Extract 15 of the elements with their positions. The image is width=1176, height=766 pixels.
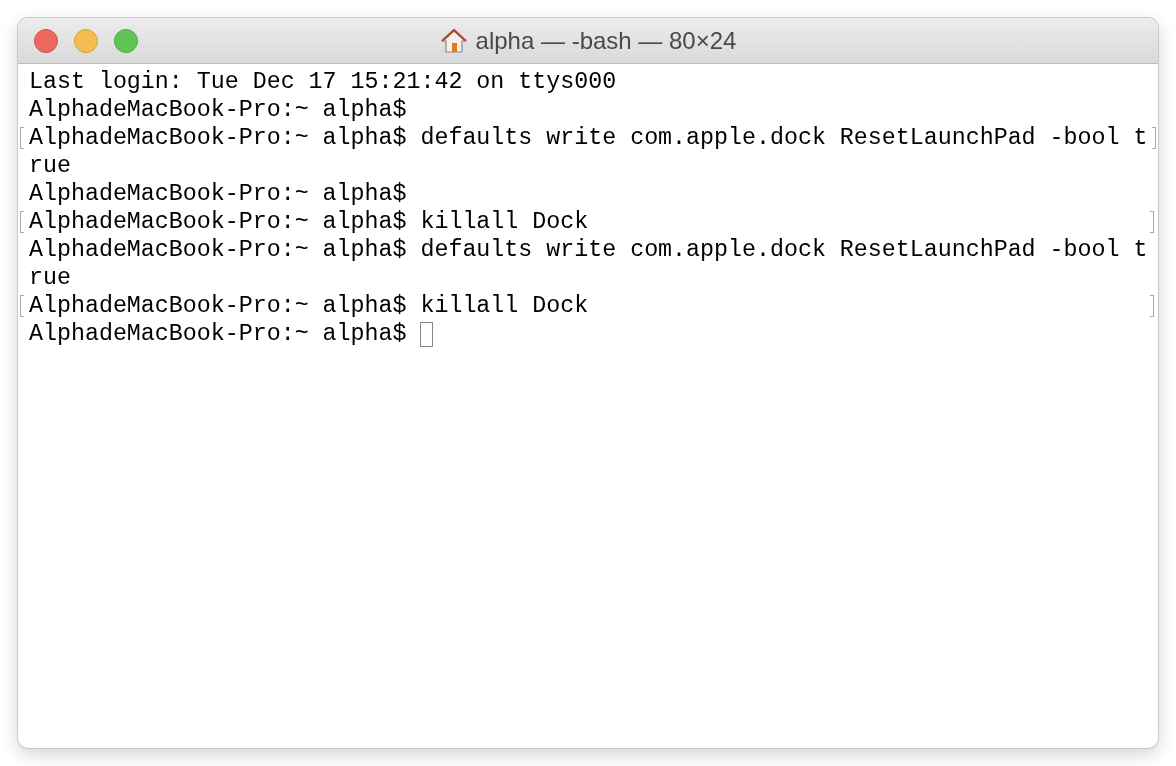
terminal-line: rue <box>29 265 71 291</box>
minimize-button[interactable] <box>74 28 98 53</box>
terminal-line: AlphadeMacBook-Pro:~ alpha$ defaults write com.apple.dock ResetLaunchPad -bool t <box>29 125 1148 151</box>
terminal-line: AlphadeMacBook-Pro:~ alpha$ <box>29 321 407 347</box>
terminal-line: Last login: Tue Dec 17 15:21:42 on ttys000 <box>29 69 617 95</box>
terminal-line: rue <box>29 153 71 179</box>
window-title: alpha — -bash — 80×24 <box>475 26 737 55</box>
terminal-line: AlphadeMacBook-Pro:~ alpha$ <box>29 97 407 123</box>
close-button[interactable] <box>34 28 58 53</box>
terminal-line: AlphadeMacBook-Pro:~ alpha$ <box>29 181 407 207</box>
terminal-line: AlphadeMacBook-Pro:~ alpha$ killall Dock <box>29 293 589 319</box>
terminal-line: AlphadeMacBook-Pro:~ alpha$ killall Dock <box>29 209 589 235</box>
house-icon <box>439 26 468 55</box>
terminal-line: AlphadeMacBook-Pro:~ alpha$ defaults write com.apple.dock ResetLaunchPad -bool t <box>29 237 1148 263</box>
zoom-button[interactable] <box>114 28 138 53</box>
